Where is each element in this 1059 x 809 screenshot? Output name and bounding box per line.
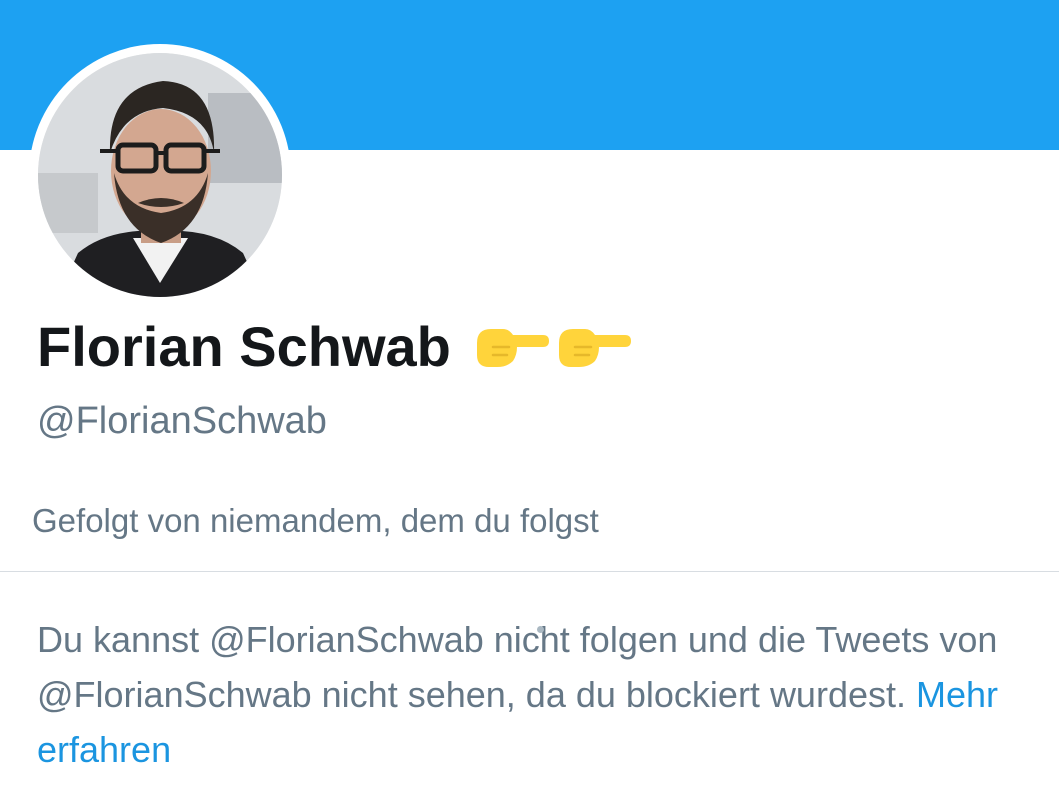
section-divider xyxy=(0,571,1059,572)
pointing-right-hand-icon xyxy=(476,329,549,367)
followers-you-know-text: Gefolgt von niemandem, dem du folgst xyxy=(32,502,599,539)
blocked-notice: Du kannst @FlorianSchwab nicht folgen un… xyxy=(37,612,1027,777)
blocked-message: Du kannst @FlorianSchwab nicht folgen un… xyxy=(37,619,998,715)
profile-handle: @FlorianSchwab xyxy=(37,400,327,442)
avatar-portrait xyxy=(38,53,282,297)
avatar[interactable] xyxy=(38,53,282,297)
emoji-group xyxy=(473,321,631,371)
scroll-indicator-dot xyxy=(537,626,544,633)
display-name: Florian Schwab xyxy=(37,314,451,378)
profile-name-row: Florian Schwab xyxy=(37,306,631,386)
pointing-right-hand-icon xyxy=(558,329,631,367)
